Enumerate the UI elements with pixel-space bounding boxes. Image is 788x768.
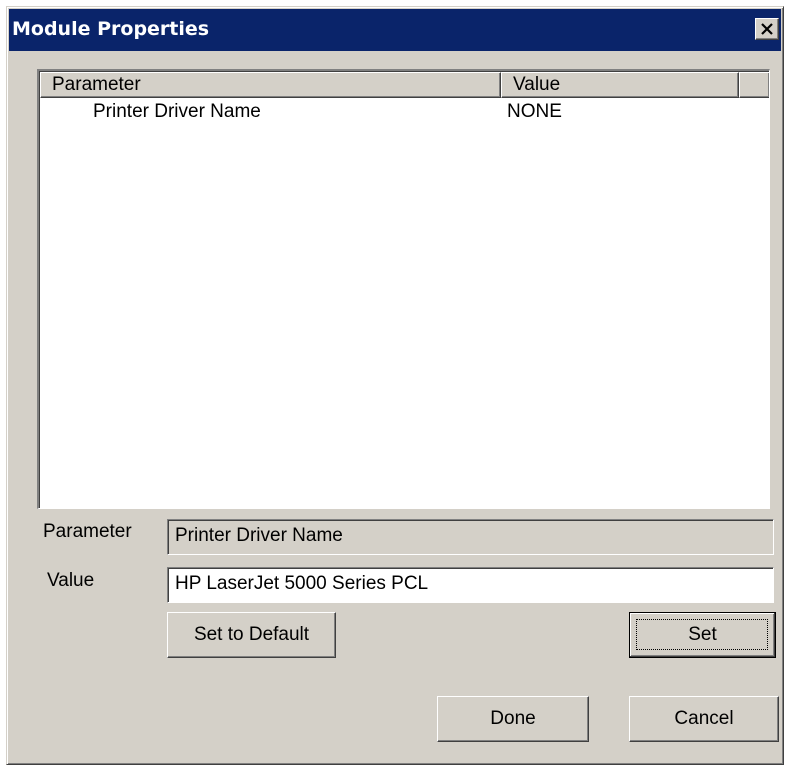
parameter-list[interactable]: Parameter Value Printer Driver Name NONE [37, 69, 770, 509]
parameter-field: Printer Driver Name [167, 519, 774, 555]
column-header-parameter[interactable]: Parameter [40, 72, 501, 98]
dialog-title: Module Properties [12, 18, 210, 40]
title-bar[interactable]: Module Properties [9, 9, 781, 51]
parameter-label: Parameter [43, 521, 132, 542]
column-header-value[interactable]: Value [501, 72, 739, 98]
list-item[interactable]: Printer Driver Name NONE [40, 99, 769, 127]
focus-rectangle [636, 619, 768, 650]
row-parameter: Printer Driver Name [93, 101, 261, 122]
set-button[interactable]: Set [629, 612, 776, 658]
close-button[interactable] [755, 18, 779, 40]
module-properties-dialog: Module Properties Parameter Value Printe… [6, 6, 784, 765]
value-label: Value [47, 570, 95, 591]
list-header: Parameter Value [40, 72, 769, 98]
set-to-default-button[interactable]: Set to Default [167, 612, 336, 658]
cancel-button[interactable]: Cancel [629, 696, 779, 742]
column-header-filler [739, 72, 769, 98]
value-input[interactable]: HP LaserJet 5000 Series PCL [167, 567, 774, 603]
row-value: NONE [507, 101, 562, 122]
close-icon [761, 23, 773, 35]
done-button[interactable]: Done [437, 696, 589, 742]
